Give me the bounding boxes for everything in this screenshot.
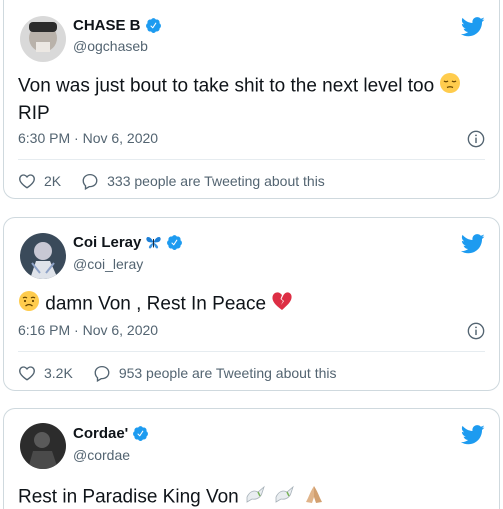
- tweeting-about-link[interactable]: 333 people are Tweeting about this: [81, 172, 325, 190]
- tweeting-about-link[interactable]: 953 people are Tweeting about this: [93, 364, 337, 382]
- verified-badge-icon: [167, 235, 183, 250]
- author-handle[interactable]: @cordae: [73, 447, 130, 463]
- like-count: 3.2K: [44, 365, 73, 381]
- verified-badge-icon: [145, 18, 161, 33]
- tweet-text: Rest in Paradise King Von: [18, 483, 485, 509]
- tweet-timestamp[interactable]: 6:16 PM · Nov 6, 2020: [18, 322, 158, 338]
- folded-hands-emoji: [303, 483, 325, 509]
- info-icon[interactable]: [467, 322, 485, 340]
- avatar-chaseb[interactable]: [20, 16, 66, 62]
- twitter-bird-icon[interactable]: [461, 425, 485, 445]
- disappointed-face-emoji: [18, 290, 40, 319]
- author-handle[interactable]: @coi_leray: [73, 256, 143, 272]
- tweet-timestamp[interactable]: 6:30 PM · Nov 6, 2020: [18, 130, 158, 146]
- heart-icon: [19, 366, 35, 381]
- avatar-cordae[interactable]: [20, 423, 66, 469]
- tweeting-count-text: 333 people are Tweeting about this: [107, 173, 325, 189]
- tweet-text: damn Von , Rest In Peace: [18, 290, 485, 319]
- broken-heart-emoji: [271, 290, 293, 319]
- like-button[interactable]: 3.2K: [18, 364, 73, 382]
- twitter-bird-icon[interactable]: [461, 17, 485, 37]
- like-count: 2K: [44, 173, 62, 189]
- author-name[interactable]: Coi Leray: [73, 234, 141, 251]
- heart-icon: [19, 174, 35, 189]
- author-name[interactable]: Cordae': [73, 425, 128, 442]
- tweet-text-line1: Rest in Paradise King Von: [18, 486, 239, 508]
- speech-bubble-icon: [82, 173, 98, 190]
- dove-emoji: [273, 483, 297, 509]
- pensive-face-emoji: [439, 72, 461, 101]
- like-button[interactable]: 2K: [18, 172, 61, 190]
- tweet-stats: 3.2K 953 people are Tweeting about this: [18, 364, 357, 382]
- speech-bubble-icon: [94, 365, 110, 382]
- twitter-bird-icon[interactable]: [461, 234, 485, 254]
- dove-emoji: [244, 483, 268, 509]
- tweeting-count-text: 953 people are Tweeting about this: [118, 365, 337, 381]
- verified-badge-icon: [133, 426, 149, 441]
- author-handle[interactable]: @ogchaseb: [73, 38, 148, 54]
- tweet-text-line1: Von was just bout to take shit to the ne…: [18, 75, 435, 97]
- tweet-card-cordae[interactable]: Cordae' @cordae Rest in Paradise King Vo…: [3, 408, 500, 509]
- avatar-coileray[interactable]: [20, 233, 66, 279]
- info-icon[interactable]: [467, 130, 485, 148]
- tweet-text-line2: RIP: [18, 103, 50, 124]
- tweet-text-line1: damn Von , Rest In Peace: [45, 293, 267, 315]
- tweet-text: Von was just bout to take shit to the ne…: [18, 72, 485, 126]
- tweet-stats: 2K 333 people are Tweeting about this: [18, 172, 345, 190]
- tweet-card-coileray[interactable]: Coi Leray @coi_leray damn Von , Rest In …: [3, 217, 500, 391]
- author-name[interactable]: CHASE B: [73, 17, 141, 34]
- tweet-card-chaseb[interactable]: CHASE B @ogchaseb Von was just bout to t…: [3, 0, 500, 199]
- divider: [18, 159, 485, 160]
- divider: [18, 351, 485, 352]
- butterfly-emoji: [146, 237, 162, 249]
